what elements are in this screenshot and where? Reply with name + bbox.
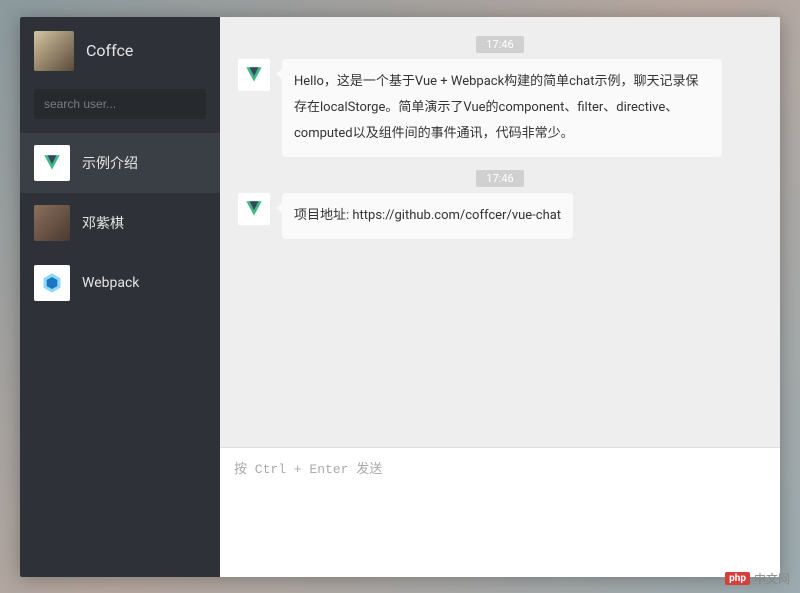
session-item-webpack[interactable]: Webpack [20, 253, 220, 313]
session-item-intro[interactable]: 示例介绍 [20, 133, 220, 193]
vue-icon [238, 193, 270, 225]
profile-section: Coffce [20, 17, 220, 81]
session-item-user[interactable]: 邓紫棋 [20, 193, 220, 253]
input-placeholder: 按 Ctrl + Enter 发送 [234, 458, 766, 477]
watermark: php 中文网 [725, 570, 790, 587]
session-name: Webpack [82, 275, 139, 291]
message-text: 项目地址: https://github.com/coffcer/vue-cha… [282, 193, 573, 239]
chat-app: Coffce 示例介绍 邓紫棋 Webpack [20, 17, 780, 577]
watermark-logo: php [725, 572, 750, 585]
user-avatar [34, 205, 70, 241]
chat-message: Hello，这是一个基于Vue + Webpack构建的简单chat示例，聊天记… [238, 59, 762, 157]
webpack-icon [34, 265, 70, 301]
main-panel: 17:46 Hello，这是一个基于Vue + Webpack构建的简单chat… [220, 17, 780, 577]
session-name: 示例介绍 [82, 153, 138, 173]
sidebar: Coffce 示例介绍 邓紫棋 Webpack [20, 17, 220, 577]
vue-icon [238, 59, 270, 91]
profile-avatar[interactable] [34, 31, 74, 71]
message-timestamp: 17:46 [238, 167, 762, 187]
message-text: Hello，这是一个基于Vue + Webpack构建的简单chat示例，聊天记… [282, 59, 722, 157]
timestamp-label: 17:46 [476, 36, 523, 53]
message-timestamp: 17:46 [238, 33, 762, 53]
message-input-area[interactable]: 按 Ctrl + Enter 发送 [220, 447, 780, 577]
chat-area[interactable]: 17:46 Hello，这是一个基于Vue + Webpack构建的简单chat… [220, 17, 780, 447]
search-input[interactable] [34, 89, 206, 119]
chat-message: 项目地址: https://github.com/coffcer/vue-cha… [238, 193, 762, 239]
timestamp-label: 17:46 [476, 170, 523, 187]
search-box [20, 81, 220, 133]
watermark-text: 中文网 [754, 570, 790, 587]
profile-name: Coffce [86, 41, 133, 60]
vue-icon [34, 145, 70, 181]
session-list: 示例介绍 邓紫棋 Webpack [20, 133, 220, 577]
session-name: 邓紫棋 [82, 213, 124, 233]
